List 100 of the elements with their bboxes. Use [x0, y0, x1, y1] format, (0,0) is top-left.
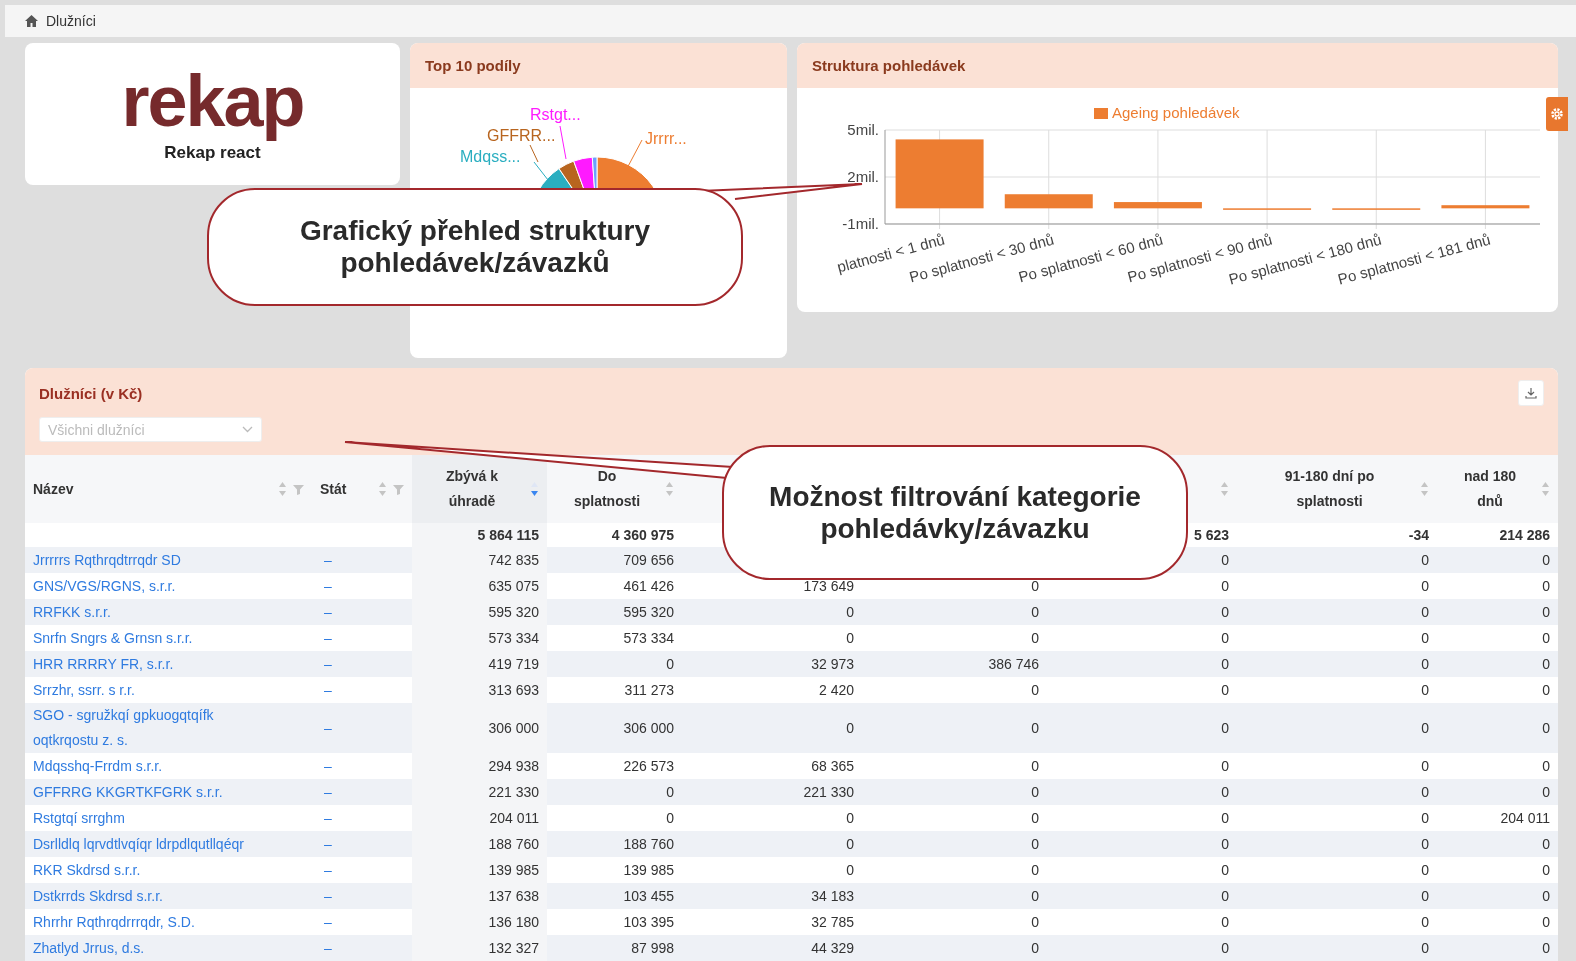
table-cell: 0 [1421, 914, 1429, 930]
table-cell: 204 011 [489, 810, 539, 826]
settings-button[interactable] [1546, 97, 1568, 131]
column-label: Název [33, 479, 75, 499]
column-header[interactable]: nad 180 dnů [1437, 455, 1558, 523]
sort-icon[interactable] [378, 481, 387, 497]
table-cell: 0 [1221, 914, 1229, 930]
filter-icon[interactable] [293, 483, 304, 495]
table-cell: 0 [1421, 720, 1429, 736]
table-cell: 0 [1031, 836, 1039, 852]
table-cell: 0 [1421, 656, 1429, 672]
debtor-link[interactable]: GNS/VGS/RGNS, s.r.r. [33, 573, 263, 599]
table-cell: 0 [1542, 682, 1550, 698]
logo-caption: Rekap react [164, 143, 261, 163]
table-cell: 0 [1221, 630, 1229, 646]
table-cell: 573 334 [623, 630, 674, 646]
table-cell: 139 985 [488, 862, 539, 878]
table-cell: 137 638 [488, 888, 539, 904]
sort-icon[interactable] [530, 481, 539, 497]
axis-label: 5mil. [847, 121, 879, 138]
table-cell: 0 [1221, 656, 1229, 672]
table-cell: 0 [1542, 604, 1550, 620]
country-cell: – [324, 758, 332, 774]
callout-text: Možnost filtrování kategorie pohledávky/závazku [768, 480, 1142, 545]
country-cell: – [324, 836, 332, 852]
column-header[interactable]: 91-180 dní po splatnosti [1237, 455, 1437, 523]
callout-text: Grafický přehled struktury pohledávek/závazků [298, 215, 652, 279]
table-cell: 311 273 [624, 682, 674, 698]
home-icon[interactable] [25, 15, 38, 27]
table-cell: 0 [1421, 630, 1429, 646]
table-cell: 0 [1542, 758, 1550, 774]
sort-icon[interactable] [1541, 481, 1550, 497]
pie-label: Rstgt... [530, 106, 581, 123]
table-cell: 0 [1031, 578, 1039, 594]
table-cell: 0 [1221, 578, 1229, 594]
table-cell: 0 [1542, 836, 1550, 852]
table-cell: 0 [1031, 914, 1039, 930]
table-cell: 0 [1421, 940, 1429, 956]
table-cell: 0 [1221, 604, 1229, 620]
table-cell: 32 785 [811, 914, 854, 930]
debtor-link[interactable]: Mdqsshq-Frrdm s.r.r. [33, 753, 263, 779]
download-button[interactable] [1518, 380, 1544, 406]
table-cell: 0 [1031, 720, 1039, 736]
sort-icon[interactable] [1220, 481, 1229, 497]
table-cell: 132 327 [488, 940, 539, 956]
chevron-icon [242, 426, 253, 433]
table-cell: 742 835 [488, 552, 539, 568]
table-cell: 0 [666, 784, 674, 800]
column-header[interactable]: Zbývá k úhradě [412, 455, 547, 523]
axis-label: -1mil. [842, 215, 879, 232]
table-cell: 204 011 [1500, 810, 1550, 826]
table-cell: 0 [1031, 758, 1039, 774]
table-cell: 0 [846, 836, 854, 852]
table-cell: 32 973 [811, 656, 854, 672]
table-cell: 0 [1031, 940, 1039, 956]
table-cell: 0 [1421, 578, 1429, 594]
table-cell: 0 [1421, 862, 1429, 878]
table-cell: 294 938 [488, 758, 539, 774]
table-cell: 139 985 [623, 862, 674, 878]
table-cell: 173 649 [803, 578, 854, 594]
debtor-link[interactable]: Rstgtqí srrghm [33, 805, 263, 831]
debtor-link[interactable]: RKR Skdrsd s.r.r. [33, 857, 263, 883]
table-cell: 0 [1542, 656, 1550, 672]
table-cell: 0 [1031, 682, 1039, 698]
table-cell: 0 [1221, 940, 1229, 956]
filter-icon[interactable] [393, 483, 404, 495]
table-cell: 0 [1421, 784, 1429, 800]
column-header[interactable]: Stát [312, 455, 412, 523]
table-cell: 103 395 [623, 914, 674, 930]
column-header[interactable]: Název [25, 455, 312, 523]
table-cell: 0 [1221, 552, 1229, 568]
table-cell: 5 623 [1193, 527, 1229, 543]
breadcrumb-label[interactable]: Dlužníci [46, 13, 96, 29]
sort-icon[interactable] [1420, 481, 1429, 497]
table-cell: 595 320 [623, 604, 674, 620]
table-cell: 226 573 [623, 758, 674, 774]
table-cell: 0 [1221, 720, 1229, 736]
table-cell: 2 420 [818, 682, 854, 698]
table-cell: 0 [1542, 552, 1550, 568]
sort-icon[interactable] [665, 481, 674, 497]
debtor-link[interactable]: Snrfn Sngrs & Grnsn s.r.r. [33, 625, 263, 651]
table-cell: 0 [1421, 810, 1429, 826]
table-cell: 0 [1421, 758, 1429, 774]
table-cell: 0 [1421, 604, 1429, 620]
table-cell: 221 330 [803, 784, 854, 800]
table-cell: 5 864 115 [477, 527, 539, 543]
sort-icon[interactable] [278, 481, 287, 497]
table-cell: 68 365 [811, 758, 854, 774]
table-cell: 0 [1542, 630, 1550, 646]
table-cell: 4 360 975 [611, 527, 674, 543]
table-cell: 0 [1542, 940, 1550, 956]
debtor-link[interactable]: Srrzhr, ssrr. s r.r. [33, 677, 263, 703]
table-cell: 386 746 [988, 656, 1039, 672]
table-cell: 0 [1421, 552, 1429, 568]
table-cell: 573 334 [488, 630, 539, 646]
debtor-link[interactable]: Rhrrhr Rqthrqdrrrqdr, S.D. [33, 909, 263, 935]
column-label: Stát [320, 479, 348, 499]
table-cell: 0 [1221, 836, 1229, 852]
table-cell: 0 [1421, 888, 1429, 904]
table-cell: 0 [1031, 630, 1039, 646]
